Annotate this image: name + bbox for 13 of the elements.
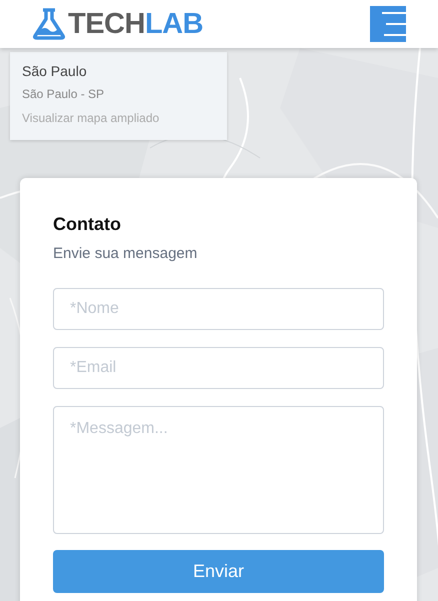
input-field[interactable]: *Email (53, 347, 384, 389)
flask-icon (32, 8, 66, 40)
enlarge-map-link[interactable]: Visualizar mapa ampliado (22, 110, 215, 126)
logo-text[interactable]: TECHLAB (68, 10, 204, 38)
input-field[interactable]: *Nome (53, 288, 384, 330)
form-subtitle: Envie sua mensagem (53, 244, 198, 264)
form-title: Contato (53, 213, 122, 236)
place-region: São Paulo - SP (22, 86, 106, 102)
send-button[interactable]: Enviar (53, 550, 384, 593)
place-name: São Paulo (22, 62, 88, 80)
message-field[interactable]: *Messagem... (53, 406, 384, 534)
menu-icon (382, 11, 406, 37)
menu-button[interactable] (370, 6, 406, 42)
